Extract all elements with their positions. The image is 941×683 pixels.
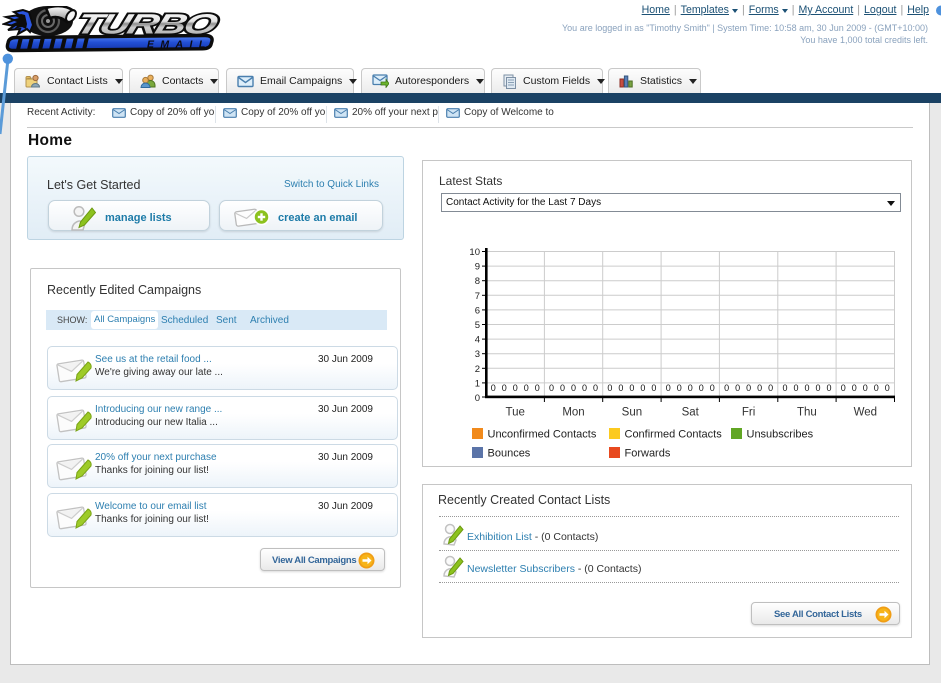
svg-text:Wed: Wed bbox=[854, 407, 877, 419]
svg-text:0: 0 bbox=[491, 383, 496, 393]
svg-text:0: 0 bbox=[699, 383, 704, 393]
svg-text:0: 0 bbox=[677, 383, 682, 393]
svg-text:0: 0 bbox=[651, 383, 656, 393]
svg-text:Forwards: Forwards bbox=[625, 448, 671, 460]
svg-text:0: 0 bbox=[863, 383, 868, 393]
svg-text:Fri: Fri bbox=[742, 407, 755, 419]
svg-text:0: 0 bbox=[666, 383, 671, 393]
svg-text:Unsubscribes: Unsubscribes bbox=[747, 429, 814, 441]
svg-text:6: 6 bbox=[475, 305, 480, 316]
svg-text:0: 0 bbox=[841, 383, 846, 393]
svg-text:0: 0 bbox=[607, 383, 612, 393]
svg-text:0: 0 bbox=[560, 383, 565, 393]
svg-text:0: 0 bbox=[688, 383, 693, 393]
svg-text:1: 1 bbox=[475, 378, 480, 389]
svg-text:0: 0 bbox=[852, 383, 857, 393]
svg-text:4: 4 bbox=[475, 335, 480, 346]
svg-text:0: 0 bbox=[582, 383, 587, 393]
svg-text:0: 0 bbox=[535, 383, 540, 393]
svg-text:2: 2 bbox=[475, 364, 480, 375]
svg-text:0: 0 bbox=[782, 383, 787, 393]
svg-text:0: 0 bbox=[815, 383, 820, 393]
svg-text:0: 0 bbox=[826, 383, 831, 393]
svg-text:0: 0 bbox=[629, 383, 634, 393]
svg-text:Thu: Thu bbox=[797, 407, 817, 419]
svg-text:0: 0 bbox=[757, 383, 762, 393]
svg-text:8: 8 bbox=[475, 276, 480, 287]
svg-text:TURBO: TURBO bbox=[72, 8, 222, 40]
svg-text:0: 0 bbox=[804, 383, 809, 393]
svg-text:0: 0 bbox=[618, 383, 623, 393]
svg-text:5: 5 bbox=[475, 320, 480, 331]
svg-text:Sun: Sun bbox=[622, 407, 642, 419]
svg-text:EMAIL: EMAIL bbox=[147, 39, 212, 51]
svg-text:10: 10 bbox=[469, 247, 480, 258]
svg-text:Mon: Mon bbox=[562, 407, 584, 419]
svg-text:Tue: Tue bbox=[506, 407, 525, 419]
svg-text:9: 9 bbox=[475, 262, 480, 273]
svg-text:0: 0 bbox=[524, 383, 529, 393]
svg-text:3: 3 bbox=[475, 349, 480, 360]
svg-text:0: 0 bbox=[593, 383, 598, 393]
svg-text:0: 0 bbox=[549, 383, 554, 393]
svg-text:Bounces: Bounces bbox=[488, 448, 531, 460]
svg-text:0: 0 bbox=[885, 383, 890, 393]
svg-text:0: 0 bbox=[874, 383, 879, 393]
svg-text:0: 0 bbox=[640, 383, 645, 393]
svg-text:7: 7 bbox=[475, 291, 480, 302]
svg-text:0: 0 bbox=[502, 383, 507, 393]
svg-text:0: 0 bbox=[768, 383, 773, 393]
svg-text:0: 0 bbox=[571, 383, 576, 393]
svg-text:0: 0 bbox=[724, 383, 729, 393]
svg-text:0: 0 bbox=[793, 383, 798, 393]
svg-text:Confirmed Contacts: Confirmed Contacts bbox=[625, 429, 723, 441]
svg-text:0: 0 bbox=[746, 383, 751, 393]
svg-text:Sat: Sat bbox=[682, 407, 700, 419]
svg-text:0: 0 bbox=[513, 383, 518, 393]
svg-text:Unconfirmed Contacts: Unconfirmed Contacts bbox=[488, 429, 597, 441]
svg-text:0: 0 bbox=[475, 393, 480, 404]
svg-text:0: 0 bbox=[735, 383, 740, 393]
svg-text:0: 0 bbox=[710, 383, 715, 393]
